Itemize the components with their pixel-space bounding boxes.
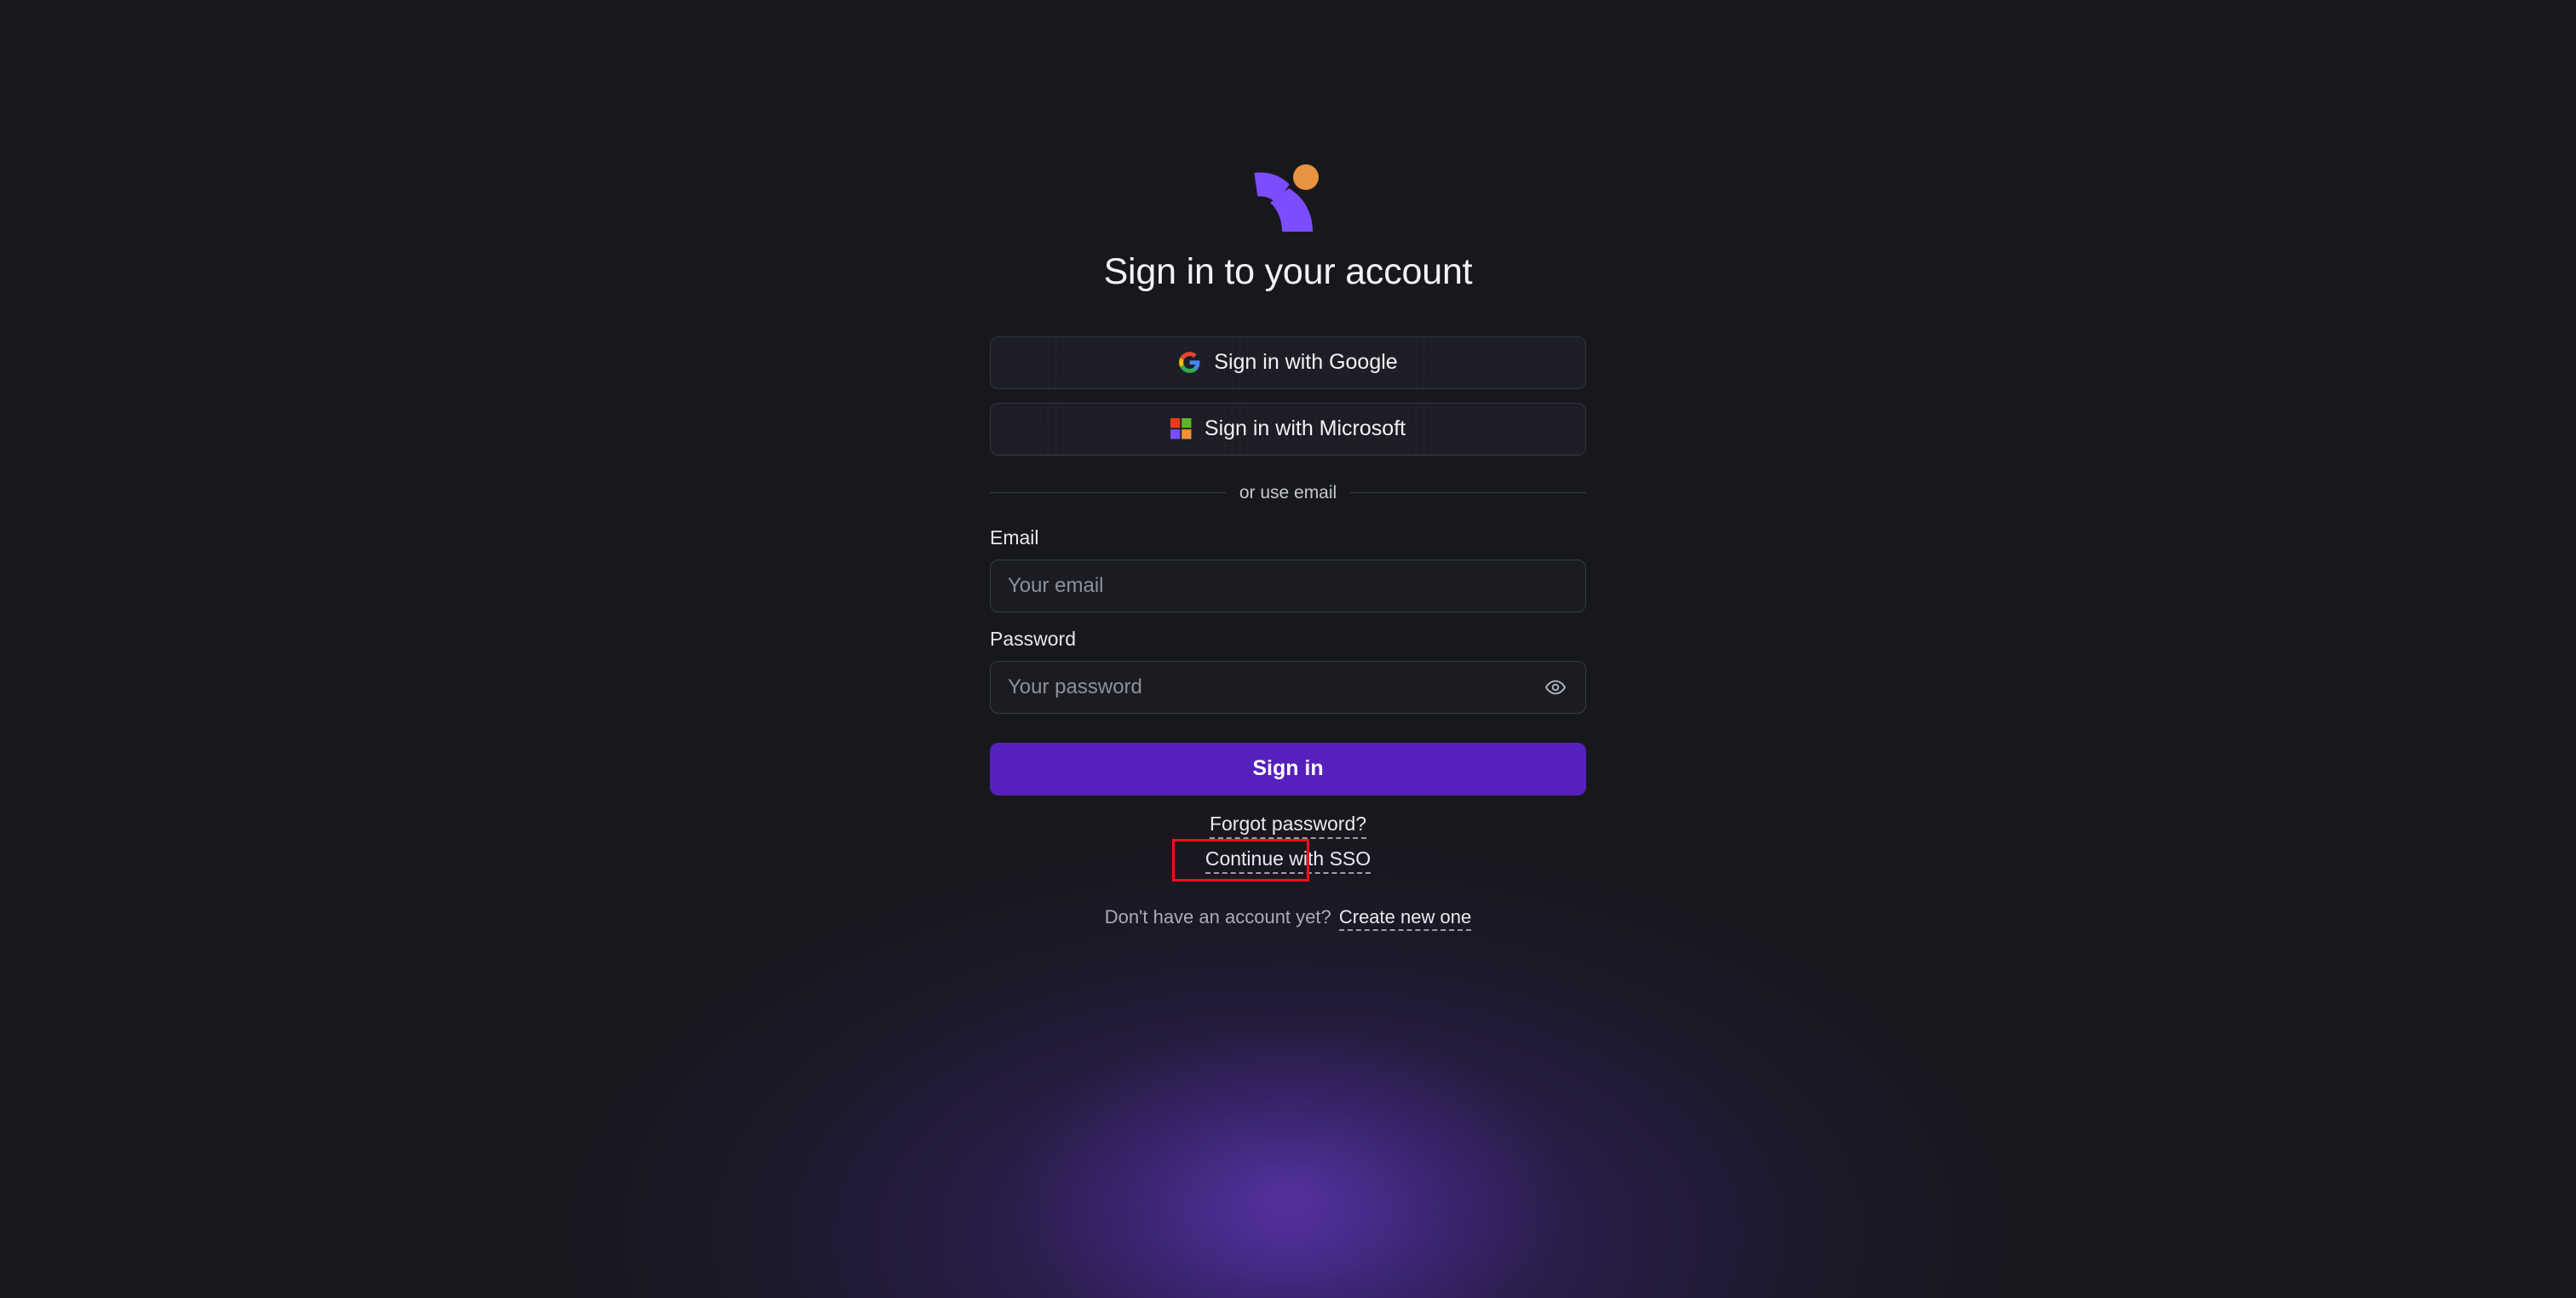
password-label: Password xyxy=(990,627,1076,650)
google-signin-button[interactable]: Sign in with Google xyxy=(990,336,1586,389)
divider-line-right xyxy=(1350,492,1587,494)
signin-page: Sign in to your account Sign in with Goo… xyxy=(0,0,2576,1298)
eye-icon[interactable] xyxy=(1539,671,1572,704)
page-title: Sign in to your account xyxy=(1103,251,1473,292)
email-field-group: Email xyxy=(990,526,1586,612)
sso-link-row: Continue with SSO xyxy=(1171,839,1371,882)
divider-line-left xyxy=(990,492,1226,494)
google-signin-label: Sign in with Google xyxy=(1214,350,1398,375)
logo-container xyxy=(990,162,1586,240)
brand-logo-icon xyxy=(1251,162,1325,240)
password-input[interactable] xyxy=(991,661,1585,713)
create-account-link[interactable]: Create new one xyxy=(1338,906,1472,932)
signup-prompt-text: Don't have an account yet? xyxy=(1104,906,1331,928)
auth-links: Forgot password? Continue with SSO xyxy=(990,813,1586,882)
microsoft-icon xyxy=(1170,418,1192,439)
email-label: Email xyxy=(990,526,1039,548)
password-input-shell[interactable] xyxy=(990,660,1586,714)
email-input-shell[interactable] xyxy=(990,559,1586,612)
continue-with-sso-link[interactable]: Continue with SSO xyxy=(1205,847,1371,875)
microsoft-signin-button[interactable]: Sign in with Microsoft xyxy=(990,402,1586,456)
password-field-group: Password xyxy=(990,629,1586,714)
auth-card: Sign in to your account Sign in with Goo… xyxy=(990,162,1587,932)
microsoft-signin-label: Sign in with Microsoft xyxy=(1204,416,1406,441)
email-input[interactable] xyxy=(991,560,1585,612)
forgot-password-link[interactable]: Forgot password? xyxy=(1209,813,1367,840)
signin-button[interactable]: Sign in xyxy=(990,742,1586,795)
google-icon xyxy=(1178,351,1201,374)
divider-label: or use email xyxy=(1239,482,1337,503)
divider: or use email xyxy=(990,482,1587,503)
signup-prompt-row: Don't have an account yet? Create new on… xyxy=(990,906,1586,932)
